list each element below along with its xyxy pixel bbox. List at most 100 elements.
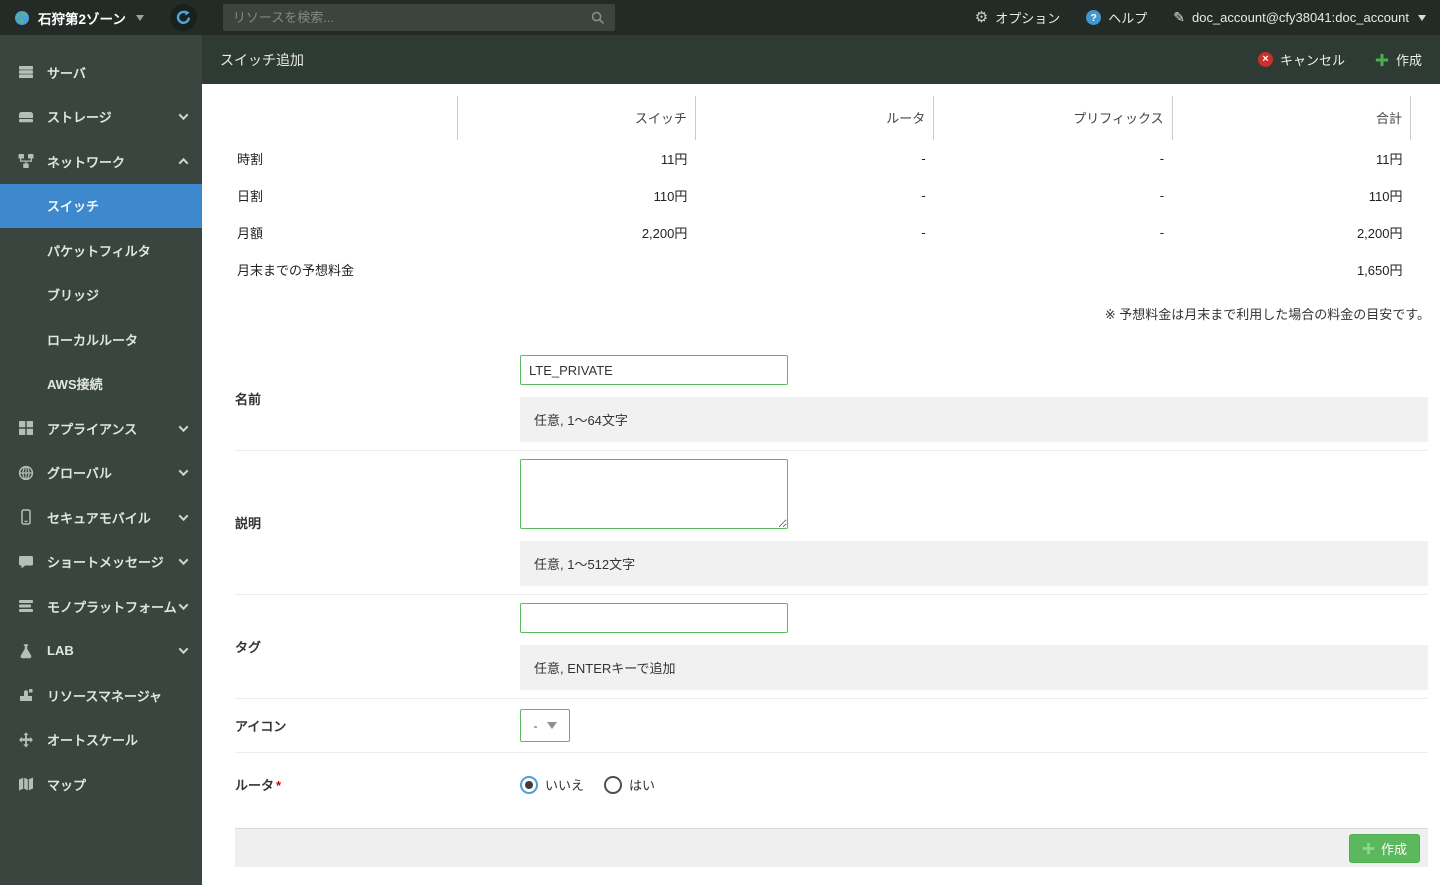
sidebar-subitem-switch[interactable]: スイッチ (0, 183, 202, 228)
row-label: 時割 (237, 152, 264, 167)
chevron-down-icon (178, 555, 189, 566)
sidebar-subitem-bridge[interactable]: ブリッジ (0, 273, 202, 318)
help-icon: ? (1086, 10, 1102, 25)
sidebar-subitem-local-router[interactable]: ローカルルータ (0, 317, 202, 362)
sidebar-item-label: LAB (47, 643, 74, 659)
help-label: ヘルプ (1108, 11, 1148, 26)
sidebar-item-label: モノプラットフォーム (47, 599, 177, 615)
top-header: 石狩第2ゾーン ⚙ オプション ? ヘルプ ✎ doc_account@cfy3… (0, 0, 1440, 35)
pricing-note: ※ 予想料金は月末まで利用した場合の料金の目安です。 (1104, 307, 1430, 322)
sidebar-item-resource-manager[interactable]: リソースマネージャ (0, 673, 202, 718)
sidebar-item-label: グローバル (47, 466, 112, 482)
create-button-top[interactable]: 作成 (1375, 50, 1422, 69)
icon-select[interactable]: - (520, 709, 570, 742)
sidebar-item-global[interactable]: グローバル (0, 451, 202, 496)
cell: - (1159, 151, 1165, 166)
cancel-button[interactable]: × キャンセル (1257, 50, 1345, 69)
description-label: 説明 (235, 516, 262, 531)
cancel-label: キャンセル (1279, 53, 1345, 68)
options-label: オプション (995, 11, 1061, 26)
sidebar-item-network[interactable]: ネットワーク (0, 139, 202, 184)
cell: - (921, 188, 926, 203)
zone-name: 石狩第2ゾーン (38, 11, 126, 27)
cell: 2,200円 (1356, 226, 1403, 241)
pricing-col-switch: スイッチ (457, 96, 696, 140)
switch-form: 名前 任意, 1〜64文字 説明 任意, 1〜512文字 タグ 任意, ENTE… (235, 351, 1428, 867)
icon-label: アイコン (235, 719, 287, 734)
chevron-down-icon (178, 110, 189, 121)
sidebar-item-storage[interactable]: ストレージ (0, 95, 202, 140)
sidebar-item-secure-mobile[interactable]: セキュアモバイル (0, 495, 202, 540)
flask-icon (18, 643, 34, 659)
toolbar-actions: × キャンセル 作成 (1257, 50, 1422, 69)
row-label: 月額 (237, 226, 264, 241)
create-label: 作成 (1395, 53, 1422, 68)
sidebar-subitem-aws-connect[interactable]: AWS接続 (0, 362, 202, 407)
router-option-yes[interactable]: はい (604, 775, 655, 794)
gear-icon: ⚙ (974, 8, 989, 26)
resource-manager-icon (18, 687, 34, 703)
router-radio-group: いいえ はい (520, 775, 1428, 794)
options-button[interactable]: ⚙ オプション (975, 8, 1060, 27)
sidebar-item-short-message[interactable]: ショートメッセージ (0, 540, 202, 585)
pen-icon: ✎ (1173, 9, 1185, 26)
sidebar-item-mono-platform[interactable]: モノプラットフォーム (0, 584, 202, 629)
chevron-up-icon (178, 157, 189, 168)
top-right-menu: ⚙ オプション ? ヘルプ ✎ doc_account@cfy38041:doc… (975, 8, 1440, 27)
router-label: ルータ * (235, 778, 282, 793)
cell (457, 251, 695, 288)
pricing-header-row: スイッチ ルータ プリフィックス 合計 (235, 96, 1412, 140)
chevron-down-icon (178, 510, 189, 521)
mobile-icon (18, 509, 34, 525)
radio-unselected-icon[interactable] (604, 775, 623, 794)
sidebar-item-label: オートスケール (47, 733, 139, 749)
router-option-no[interactable]: いいえ (520, 775, 584, 794)
pricing-row-estimate: 月末までの予想料金 1,650円 (235, 251, 1411, 288)
form-row-description: 説明 任意, 1〜512文字 (235, 451, 1428, 595)
sidebar-item-map[interactable]: マップ (0, 762, 202, 807)
sidebar: サーバ ストレージ ネットワーク スイッチ パケットフィルタ ブリッジ ローカル… (0, 35, 202, 885)
sidebar-subitem-packet-filter[interactable]: パケットフィルタ (0, 228, 202, 273)
radio-selected-icon[interactable] (520, 775, 538, 794)
search-box (222, 4, 615, 31)
sidebar-item-autoscale[interactable]: オートスケール (0, 718, 202, 763)
sidebar-subitem-label: ブリッジ (47, 288, 100, 304)
pricing-col-router: ルータ (695, 96, 935, 140)
sidebar-item-appliance[interactable]: アプライアンス (0, 406, 202, 451)
pricing-table: スイッチ ルータ プリフィックス 合計 時割 11円 - - 11円 日割 11… (235, 96, 1412, 288)
cell (695, 251, 933, 288)
sidebar-item-label: アプライアンス (47, 421, 138, 437)
cell: - (1159, 225, 1165, 240)
pricing-row-hourly: 時割 11円 - - 11円 (235, 140, 1411, 177)
server-icon (18, 64, 34, 80)
refresh-button[interactable] (169, 4, 197, 31)
create-button-label: 作成 (1380, 841, 1407, 857)
name-input[interactable] (520, 355, 788, 385)
chevron-down-icon (178, 421, 189, 432)
create-button[interactable]: 作成 (1348, 833, 1420, 863)
storage-icon (18, 109, 34, 125)
sidebar-item-lab[interactable]: LAB (0, 629, 202, 674)
sidebar-item-label: ストレージ (47, 110, 112, 126)
cell: - (1159, 188, 1165, 203)
tag-input[interactable] (520, 603, 788, 633)
search-icon (590, 10, 605, 25)
icon-select-value: - (533, 718, 538, 733)
message-icon (18, 554, 34, 570)
description-input[interactable] (520, 459, 788, 529)
account-menu[interactable]: ✎ doc_account@cfy38041:doc_account (1173, 10, 1426, 25)
search-input[interactable] (232, 10, 590, 25)
sidebar-item-server[interactable]: サーバ (0, 50, 202, 95)
account-name: doc_account@cfy38041:doc_account (1191, 10, 1409, 25)
help-button[interactable]: ? ヘルプ (1086, 8, 1147, 27)
sidebar-subitem-label: ローカルルータ (47, 332, 139, 348)
tag-help: 任意, ENTERキーで追加 (520, 645, 1428, 690)
sidebar-item-label: ショートメッセージ (47, 555, 164, 571)
globe-icon (18, 465, 34, 481)
cancel-x-icon: × (1257, 52, 1273, 67)
zone-selector[interactable]: 石狩第2ゾーン (0, 0, 156, 35)
sidebar-subitem-label: パケットフィルタ (47, 243, 151, 259)
sidebar-item-label: サーバ (47, 65, 86, 81)
sidebar-item-label: マップ (47, 777, 87, 793)
chevron-down-icon (178, 599, 189, 610)
